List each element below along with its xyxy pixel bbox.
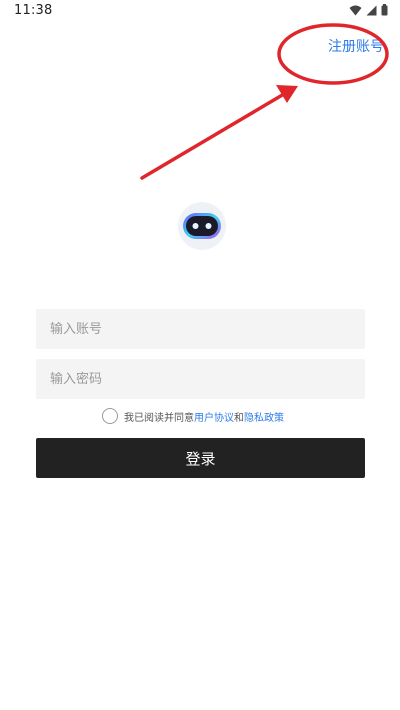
- agreement-prefix: 我已阅读并同意: [124, 412, 194, 424]
- user-agreement-link[interactable]: 用户协议: [194, 413, 234, 424]
- signal-icon: [366, 5, 377, 15]
- privacy-policy-link[interactable]: 隐私政策: [244, 413, 284, 424]
- status-icons: [349, 4, 388, 16]
- agreement-conjunction: 和: [234, 412, 244, 424]
- account-input[interactable]: [36, 309, 365, 349]
- battery-icon: [381, 4, 388, 16]
- annotation-overlay: [140, 23, 389, 180]
- register-account-link[interactable]: 注册账号: [328, 36, 384, 56]
- annotation-arrow-shaft: [140, 92, 286, 180]
- app-logo: [178, 202, 226, 250]
- agreement-row: 我已阅读并同意用户协议和隐私政策: [102, 406, 284, 426]
- agreement-text: 我已阅读并同意用户协议和隐私政策: [124, 409, 284, 424]
- status-time: 11:38: [14, 3, 53, 18]
- login-button[interactable]: 登录: [36, 438, 365, 478]
- password-input[interactable]: [36, 359, 365, 399]
- status-bar: 11:38: [0, 0, 400, 22]
- annotation-arrow-head: [276, 85, 298, 103]
- agreement-checkbox[interactable]: [102, 408, 118, 424]
- wifi-icon: [349, 5, 362, 15]
